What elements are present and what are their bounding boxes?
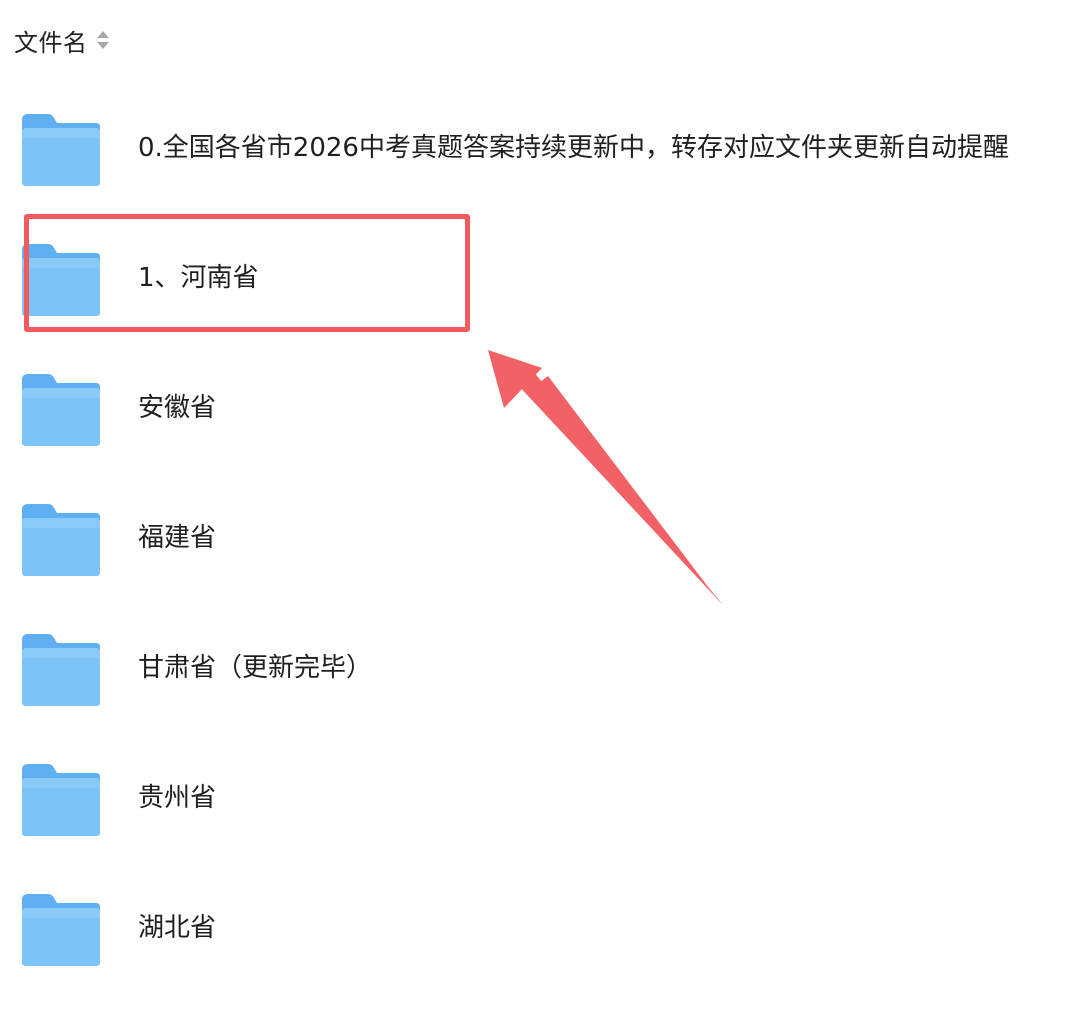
filename-header-label: 文件名 <box>14 28 88 57</box>
folder-row-gansu[interactable]: 甘肃省（更新完毕） <box>0 632 1080 762</box>
folder-label: 1、河南省 <box>138 263 259 293</box>
folder-row-anhui[interactable]: 安徽省 <box>0 372 1080 502</box>
folder-icon <box>22 894 100 966</box>
folder-label: 安徽省 <box>138 393 217 423</box>
folder-label: 0.全国各省市2026中考真题答案持续更新中，转存对应文件夹更新自动提醒 <box>138 133 1009 163</box>
folder-icon <box>22 114 100 186</box>
filename-column-header[interactable]: 文件名 <box>14 22 110 58</box>
folder-icon <box>22 504 100 576</box>
folder-row-henan[interactable]: 1、河南省 <box>0 242 1080 372</box>
folder-label: 福建省 <box>138 523 217 553</box>
folder-icon <box>22 374 100 446</box>
folder-row-guizhou[interactable]: 贵州省 <box>0 762 1080 892</box>
folder-label: 甘肃省（更新完毕） <box>138 653 373 683</box>
folder-icon <box>22 764 100 836</box>
sort-updown-icon[interactable] <box>96 28 110 52</box>
folder-row-nationwide[interactable]: 0.全国各省市2026中考真题答案持续更新中，转存对应文件夹更新自动提醒 <box>0 112 1080 242</box>
folder-row-fujian[interactable]: 福建省 <box>0 502 1080 632</box>
folder-label: 贵州省 <box>138 783 217 813</box>
folder-label: 湖北省 <box>138 913 217 943</box>
folder-icon <box>22 244 100 316</box>
folder-row-hubei[interactable]: 湖北省 <box>0 892 1080 1022</box>
folder-icon <box>22 634 100 706</box>
